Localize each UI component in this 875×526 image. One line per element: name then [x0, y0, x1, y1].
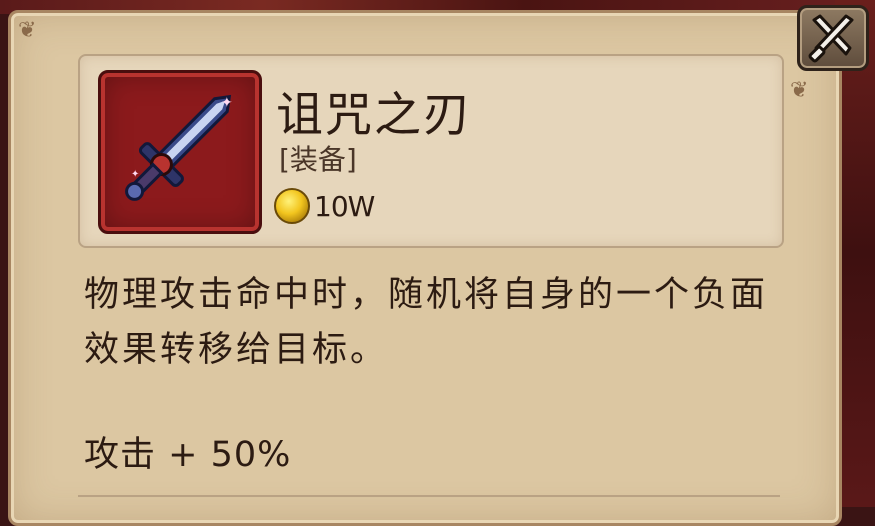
item-name: 诅咒之刃	[276, 88, 472, 143]
item-description: 物理攻击命中时，随机将自身的一个负面效果转移给目标。	[84, 275, 769, 370]
price-value: 10W	[314, 189, 375, 223]
svg-text:✦: ✦	[131, 169, 139, 180]
corner-ornament-icon: ❦	[790, 78, 809, 103]
item-icon-frame: ✦ ✦	[98, 70, 262, 234]
crossed-swords-close-icon	[808, 14, 854, 63]
item-stat: 攻击 + 50%	[84, 435, 292, 475]
gold-coin-icon	[274, 188, 310, 224]
sword-icon: ✦ ✦	[125, 94, 233, 201]
close-button[interactable]	[797, 5, 869, 71]
item-price: 10W	[274, 186, 375, 226]
corner-ornament-icon: ❦	[18, 18, 37, 43]
section-divider	[78, 495, 780, 497]
svg-text:✦: ✦	[221, 95, 233, 111]
item-type-label: [装备]	[279, 143, 357, 176]
